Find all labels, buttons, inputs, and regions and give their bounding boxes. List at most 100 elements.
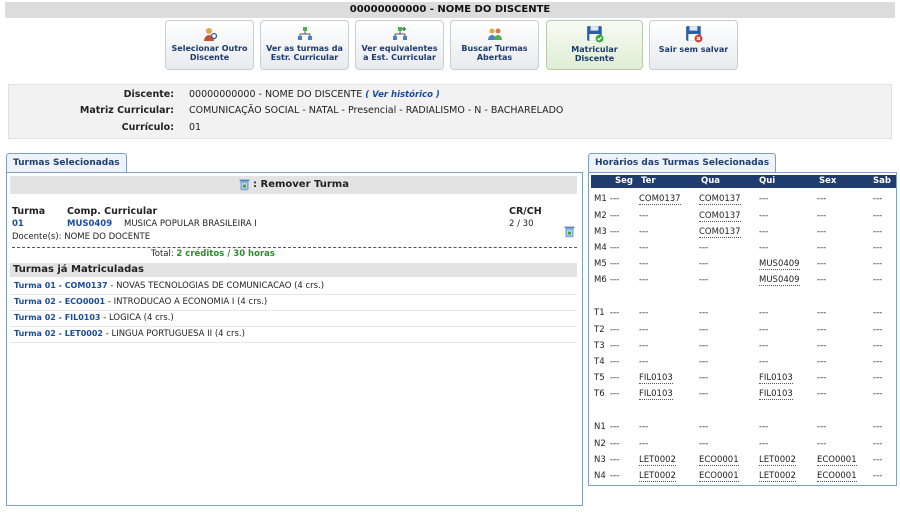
page-title: 00000000000 - NOME DO DISCENTE	[5, 2, 895, 18]
schedule-empty-cell: ---	[873, 357, 883, 367]
schedule-class-code[interactable]: FIL0103	[639, 389, 673, 400]
schedule-class-code[interactable]: COM0137	[639, 194, 681, 205]
enrolled-class-row: Turma 02 - LET0002 - LINGUA PORTUGUESA I…	[14, 329, 245, 339]
schedule-empty-cell: ---	[817, 227, 827, 237]
select-other-student-button[interactable]: Selecionar Outro Discente	[165, 20, 254, 70]
schedule-class-code[interactable]: ECO0001	[817, 471, 857, 482]
schedule-empty-cell: ---	[699, 389, 709, 399]
schedule-empty-cell: ---	[699, 275, 709, 285]
enrolled-code[interactable]: FIL0103	[65, 313, 101, 322]
schedule-class-code[interactable]: COM0137	[699, 211, 741, 222]
schedule-empty-cell: ---	[873, 389, 883, 399]
schedule-empty-cell: ---	[610, 211, 620, 221]
curriculum-value: 01	[189, 122, 202, 133]
schedule-empty-cell: ---	[610, 259, 620, 269]
curriculum-matrix-label: Matriz Curricular:	[79, 105, 174, 116]
student-row: Discente: 00000000000 - NOME DO DISCENTE…	[9, 88, 893, 102]
exit-without-saving-label: Sair sem salvar	[658, 45, 729, 54]
enrolled-desc: - INTRODUCAO A ECONOMIA I (4 crs.)	[107, 297, 268, 307]
total-value: 2 créditos / 30 horas	[176, 249, 275, 259]
schedule-slot-label: N2	[594, 439, 606, 449]
enrolled-turma: Turma 02 -	[14, 297, 62, 306]
schedule-empty-cell: ---	[873, 194, 883, 204]
selected-crch: 2 / 30	[509, 219, 534, 229]
student-value-wrap: 00000000000 - NOME DO DISCENTE ( Ver his…	[189, 88, 440, 102]
remove-class-bar: : Remover Turma	[10, 176, 577, 194]
schedule-class-code[interactable]: FIL0103	[759, 389, 793, 400]
schedule-empty-cell: ---	[699, 439, 709, 449]
schedule-class-code[interactable]: ECO0001	[699, 455, 739, 466]
student-value: 00000000000 - NOME DO DISCENTE	[189, 89, 363, 100]
schedule-empty-cell: ---	[610, 455, 620, 465]
selected-classes-panel: : Remover Turma Turma Comp. Curricular C…	[6, 172, 583, 506]
schedule-class-code[interactable]: FIL0103	[639, 373, 673, 384]
schedule-empty-cell: ---	[610, 275, 620, 285]
search-open-classes-button[interactable]: Buscar Turmas Abertas	[450, 20, 539, 70]
schedule-empty-cell: ---	[817, 389, 827, 399]
schedule-empty-cell: ---	[759, 243, 769, 253]
schedule-empty-cell: ---	[639, 357, 649, 367]
view-history-link[interactable]: ( Ver histórico )	[365, 90, 439, 100]
schedule-class-code[interactable]: COM0137	[699, 194, 741, 205]
schedule-class-code[interactable]: LET0002	[759, 471, 796, 482]
schedule-empty-cell: ---	[873, 211, 883, 221]
schedule-class-code[interactable]: LET0002	[759, 455, 796, 466]
view-equivalents-button[interactable]: Ver equivalentes a Est. Curricular	[355, 20, 444, 70]
total-line: Total: 2 créditos / 30 horas	[151, 249, 275, 259]
schedule-empty-cell: ---	[759, 325, 769, 335]
schedule-empty-cell: ---	[610, 325, 620, 335]
trash-icon	[239, 179, 250, 190]
schedule-slot-label: M3	[594, 227, 607, 237]
day-qua: Qua	[701, 176, 721, 186]
schedule-empty-cell: ---	[639, 308, 649, 318]
schedule-empty-cell: ---	[817, 259, 827, 269]
schedule-empty-cell: ---	[610, 243, 620, 253]
enrolled-code[interactable]: COM0137	[65, 281, 108, 290]
enrolled-class-row: Turma 02 - ECO0001 - INTRODUCAO A ECONOM…	[14, 297, 267, 307]
schedule-empty-cell: ---	[817, 325, 827, 335]
enroll-student-button[interactable]: Matricular Discente	[546, 20, 643, 70]
enrolled-desc: - NOVAS TECNOLOGIAS DE COMUNICACAO (4 cr…	[110, 281, 325, 291]
schedule-class-code[interactable]: ECO0001	[699, 471, 739, 482]
remove-class-trash-icon[interactable]	[563, 225, 576, 238]
day-sab: Sab	[873, 176, 891, 186]
schedule-slot-label: T3	[594, 341, 605, 351]
selected-name: MUSICA POPULAR BRASILEIRA I	[124, 219, 257, 229]
enrolled-code[interactable]: ECO0001	[65, 297, 105, 306]
schedule-class-code[interactable]: COM0137	[699, 227, 741, 238]
save-check-icon	[586, 26, 603, 43]
select-other-student-label-2: Discente	[189, 53, 230, 62]
row-divider	[10, 310, 577, 311]
schedule-empty-cell: ---	[610, 341, 620, 351]
schedule-empty-cell: ---	[817, 341, 827, 351]
schedule-class-code[interactable]: LET0002	[639, 455, 676, 466]
schedule-empty-cell: ---	[639, 259, 649, 269]
schedule-empty-cell: ---	[639, 211, 649, 221]
schedule-empty-cell: ---	[610, 373, 620, 383]
schedule-slot-label: T4	[594, 357, 605, 367]
tab-schedule[interactable]: Horários das Turmas Selecionadas	[588, 153, 777, 173]
enrolled-class-row: Turma 01 - COM0137 - NOVAS TECNOLOGIAS D…	[14, 281, 324, 291]
schedule-class-code[interactable]: LET0002	[639, 471, 676, 482]
schedule-empty-cell: ---	[610, 357, 620, 367]
view-curriculum-classes-button[interactable]: Ver as turmas da Estr. Curricular	[260, 20, 349, 70]
selected-code[interactable]: MUS0409	[67, 219, 112, 229]
search-open-classes-label-2: Abertas	[476, 53, 513, 62]
schedule-empty-cell: ---	[610, 227, 620, 237]
curriculum-row: Currículo: 01	[9, 121, 893, 135]
remove-class-label: : Remover Turma	[253, 179, 349, 190]
schedule-empty-cell: ---	[699, 308, 709, 318]
schedule-empty-cell: ---	[639, 325, 649, 335]
schedule-class-code[interactable]: ECO0001	[817, 455, 857, 466]
schedule-class-code[interactable]: FIL0103	[759, 373, 793, 384]
exit-without-saving-button[interactable]: Sair sem salvar	[649, 20, 738, 70]
view-equivalents-label-2: a Est. Curricular	[363, 53, 436, 62]
schedule-header: Seg Ter Qua Qui Sex Sab	[591, 175, 896, 188]
search-people-icon	[487, 28, 502, 40]
schedule-class-code[interactable]: MUS0409	[759, 259, 800, 270]
tab-selected-classes[interactable]: Turmas Selecionadas	[6, 153, 127, 173]
enrolled-code[interactable]: LET0002	[65, 329, 103, 338]
enrolled-desc: - LOGICA (4 crs.)	[103, 313, 174, 323]
schedule-empty-cell: ---	[873, 471, 883, 481]
schedule-class-code[interactable]: MUS0409	[759, 275, 800, 286]
